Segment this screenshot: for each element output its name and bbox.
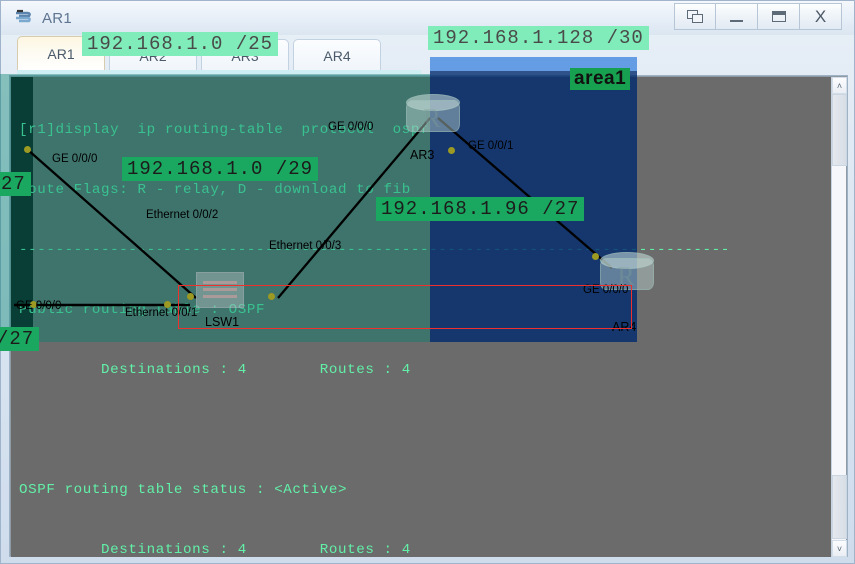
tab-active-underline bbox=[17, 70, 421, 74]
scroll-up-button[interactable]: ˄ bbox=[832, 77, 847, 94]
ensp-console-window: AR1 X AR1 AR2 AR3 AR4 [r1]display ip rou… bbox=[0, 0, 855, 564]
terminal-vertical-scrollbar[interactable]: ˄ ˅ bbox=[831, 77, 847, 557]
ensp-router-icon bbox=[13, 7, 35, 29]
terminal-line: Destinations : 4 Routes : 4 bbox=[19, 362, 411, 378]
tab-ar3[interactable]: AR3 bbox=[201, 39, 289, 71]
terminal-panel: [r1]display ip routing-table protocol os… bbox=[9, 75, 848, 557]
maximize-button[interactable] bbox=[758, 3, 800, 30]
minimize-button[interactable] bbox=[716, 3, 758, 30]
restore-icon bbox=[686, 9, 704, 24]
terminal-text-block: [r1]display ip routing-table protocol os… bbox=[19, 80, 832, 557]
close-icon: X bbox=[814, 7, 827, 26]
close-button[interactable]: X bbox=[800, 3, 842, 30]
window-controls: X bbox=[674, 3, 842, 30]
terminal-line: Destinations : 4 Routes : 4 bbox=[19, 542, 411, 557]
terminal-line: Route Flags: R - relay, D - download to … bbox=[19, 182, 411, 198]
scroll-down-button[interactable]: ˅ bbox=[832, 540, 847, 557]
tab-ar4[interactable]: AR4 bbox=[293, 39, 381, 71]
terminal-output[interactable]: [r1]display ip routing-table protocol os… bbox=[11, 77, 832, 557]
terminal-line: ----------------------------------------… bbox=[19, 242, 730, 258]
scroll-thumb-lower[interactable] bbox=[832, 475, 847, 539]
window-frame: AR1 X AR1 AR2 AR3 AR4 [r1]display ip rou… bbox=[0, 0, 855, 564]
terminal-line: Public routing table : OSPF bbox=[19, 302, 266, 318]
device-tab-strip: AR1 AR2 AR3 AR4 bbox=[17, 35, 844, 71]
tab-ar1[interactable]: AR1 bbox=[17, 36, 105, 71]
terminal-line: OSPF routing table status : <Active> bbox=[19, 482, 348, 498]
tab-ar2[interactable]: AR2 bbox=[109, 39, 197, 71]
terminal-line: [r1]display ip routing-table protocol os… bbox=[19, 122, 430, 138]
window-title: AR1 bbox=[42, 9, 73, 27]
restore-down-button[interactable] bbox=[674, 3, 716, 30]
title-bar: AR1 X bbox=[1, 1, 854, 35]
minimize-icon bbox=[730, 19, 743, 22]
scroll-thumb-upper[interactable] bbox=[832, 94, 847, 166]
maximize-icon bbox=[771, 11, 786, 22]
